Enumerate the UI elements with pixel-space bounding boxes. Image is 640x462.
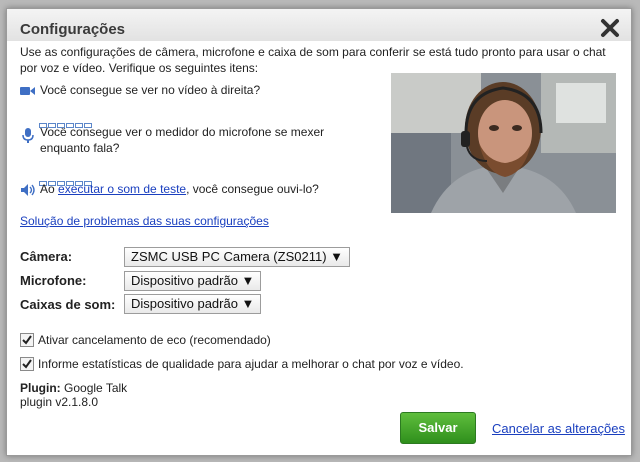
- save-button[interactable]: Salvar: [400, 412, 476, 444]
- dialog-title: Configurações: [20, 21, 126, 38]
- speaker-question-suffix: , você consegue ouvi-lo?: [186, 182, 319, 196]
- settings-dialog: Configurações Use as configurações de câ…: [6, 8, 632, 456]
- speaker-label: Caixas de som:: [20, 297, 116, 312]
- quality-stats-label: Informe estatísticas de qualidade para a…: [38, 357, 464, 371]
- echo-cancel-label: Ativar cancelamento de eco (recomendado): [38, 333, 271, 347]
- title-bar: Configurações: [7, 9, 631, 41]
- plugin-label: Plugin:: [20, 381, 61, 395]
- mic-level-meter: [39, 115, 93, 128]
- camera-select[interactable]: ZSMC USB PC Camera (ZS0211) ▼: [124, 247, 351, 267]
- video-question: Você consegue se ver no vídeo à direita?: [40, 83, 261, 97]
- troubleshoot-link[interactable]: Solução de problemas das suas configuraç…: [20, 214, 269, 228]
- plugin-name: Google Talk: [64, 381, 128, 395]
- camera-label: Câmera:: [20, 249, 73, 264]
- mic-question: Você consegue ver o medidor do microfone…: [40, 125, 325, 155]
- speaker-question: Ao executar o som de teste, você consegu…: [40, 181, 380, 197]
- video-camera-icon: [20, 84, 36, 98]
- play-test-sound-link[interactable]: executar o som de teste: [58, 182, 186, 196]
- speaker-select[interactable]: Dispositivo padrão ▼: [124, 294, 262, 314]
- cancel-changes-link[interactable]: Cancelar as alterações: [492, 421, 625, 436]
- plugin-version: plugin v2.1.8.0: [20, 395, 99, 409]
- checkmark-icon: [22, 359, 32, 369]
- microphone-select[interactable]: Dispositivo padrão ▼: [124, 271, 262, 291]
- microphone-label: Microfone:: [20, 273, 87, 288]
- quality-stats-checkbox[interactable]: [20, 357, 34, 371]
- speaker-icon: [20, 183, 36, 197]
- speaker-level-meter: [39, 173, 93, 186]
- close-icon[interactable]: [599, 17, 621, 39]
- microphone-icon: [20, 127, 36, 143]
- video-preview: [391, 73, 616, 213]
- echo-cancel-checkbox[interactable]: [20, 333, 34, 347]
- checkmark-icon: [22, 335, 32, 345]
- speaker-question-prefix: Ao: [40, 182, 59, 196]
- plugin-info: Plugin: Google Talk plugin v2.1.8.0: [20, 381, 127, 409]
- intro-text: Use as configurações de câmera, microfon…: [20, 45, 606, 75]
